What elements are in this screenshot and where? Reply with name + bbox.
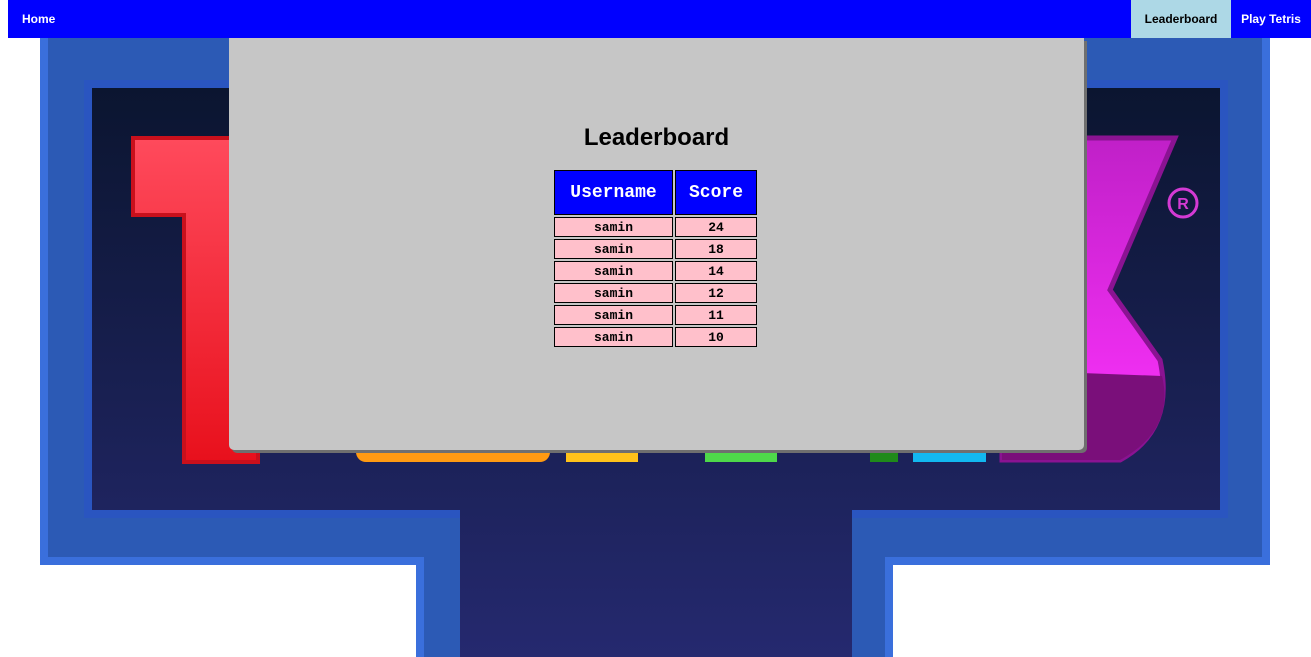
username-cell: samin — [554, 239, 673, 259]
nav-play-tetris-link[interactable]: Play Tetris — [1231, 0, 1311, 38]
username-cell: samin — [554, 305, 673, 325]
top-nav-bar: Home Leaderboard Play Tetris — [8, 0, 1311, 38]
username-cell: samin — [554, 217, 673, 237]
score-cell: 11 — [675, 305, 757, 325]
table-header-row: Username Score — [554, 170, 757, 215]
score-cell: 12 — [675, 283, 757, 303]
nav-leaderboard-link[interactable]: Leaderboard — [1131, 0, 1231, 38]
table-row: samin 18 — [554, 239, 757, 259]
nav-home-link[interactable]: Home — [8, 0, 69, 38]
username-cell: samin — [554, 327, 673, 347]
table-row: samin 12 — [554, 283, 757, 303]
score-cell: 18 — [675, 239, 757, 259]
score-cell: 14 — [675, 261, 757, 281]
leaderboard-table: Username Score samin 24 samin 18 samin 1… — [552, 168, 759, 349]
table-row: samin 14 — [554, 261, 757, 281]
column-header-username: Username — [554, 170, 673, 215]
username-cell: samin — [554, 261, 673, 281]
score-cell: 10 — [675, 327, 757, 347]
table-row: samin 11 — [554, 305, 757, 325]
table-row: samin 24 — [554, 217, 757, 237]
username-cell: samin — [554, 283, 673, 303]
leaderboard-panel: Leaderboard Username Score samin 24 sami… — [229, 38, 1084, 450]
leaderboard-title: Leaderboard — [583, 124, 730, 151]
svg-text:R: R — [1177, 196, 1189, 213]
score-cell: 24 — [675, 217, 757, 237]
column-header-score: Score — [675, 170, 757, 215]
table-row: samin 10 — [554, 327, 757, 347]
